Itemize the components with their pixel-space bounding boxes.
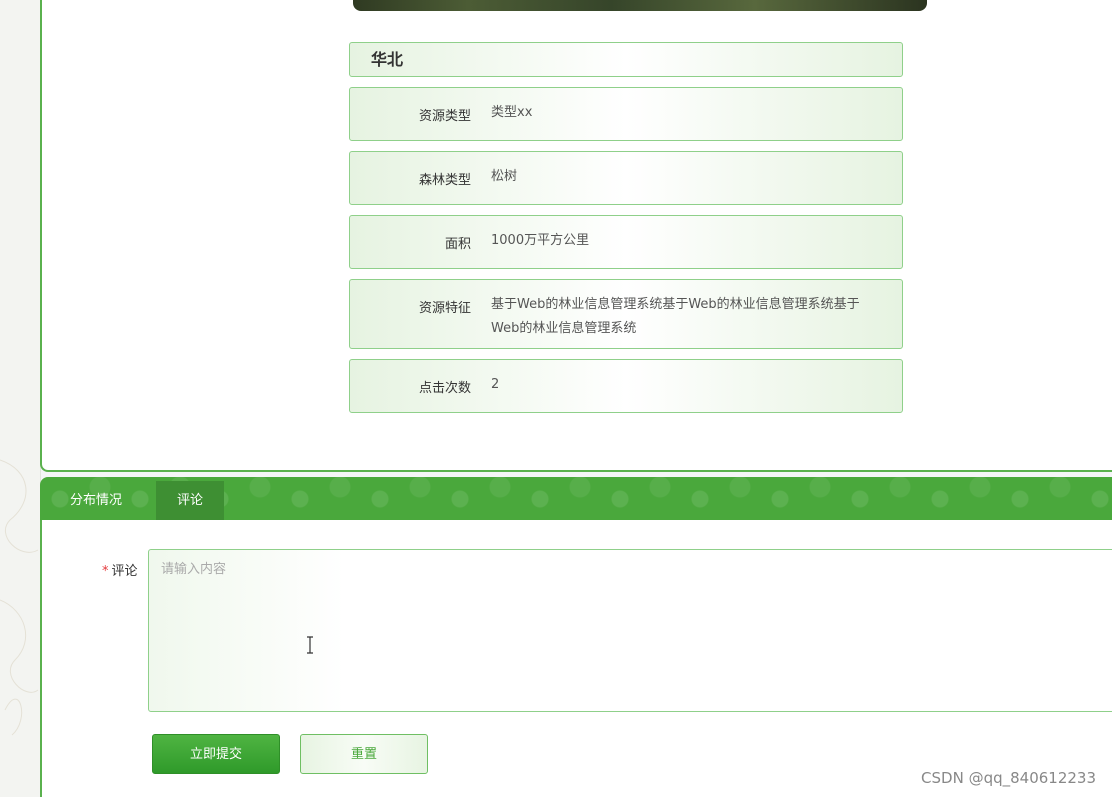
comment-label-text: 评论 <box>111 564 138 579</box>
info-row-click-count: 点击次数 2 <box>349 359 903 413</box>
tab-bar: 分布情况 评论 <box>40 477 1112 520</box>
forest-image <box>353 0 927 11</box>
floral-decoration-icon <box>0 459 39 736</box>
info-row-value: 类型xx <box>491 105 533 120</box>
left-decoration-strip <box>0 0 41 797</box>
detail-panel: 华北 资源类型 类型xx 森林类型 松树 面积 1000万平方公里 资源特征 基… <box>40 0 1112 472</box>
comment-textarea[interactable] <box>148 549 1112 712</box>
info-row-value: 基于Web的林业信息管理系统基于Web的林业信息管理系统基于Web的林业信息管理… <box>491 297 860 336</box>
required-mark: * <box>102 564 109 579</box>
info-row-resource-type: 资源类型 类型xx <box>349 87 903 141</box>
tab-distribution[interactable]: 分布情况 <box>52 481 140 520</box>
reset-button[interactable]: 重置 <box>300 734 428 774</box>
info-row-value: 2 <box>491 377 500 392</box>
info-row-label: 森林类型 <box>418 173 471 188</box>
info-row-value: 1000万平方公里 <box>491 233 590 248</box>
info-row-resource-feature: 资源特征 基于Web的林业信息管理系统基于Web的林业信息管理系统基于Web的林… <box>349 279 903 349</box>
submit-button[interactable]: 立即提交 <box>152 734 280 774</box>
tab-comments[interactable]: 评论 <box>156 481 224 520</box>
info-row-forest-type: 森林类型 松树 <box>349 151 903 205</box>
region-title: 华北 <box>349 42 903 77</box>
info-row-label: 资源特征 <box>418 301 471 316</box>
info-row-label: 资源类型 <box>418 109 471 124</box>
comment-label: * 评论 <box>102 560 138 579</box>
text-cursor-icon <box>307 636 313 654</box>
info-row-area: 面积 1000万平方公里 <box>349 215 903 269</box>
info-row-label: 点击次数 <box>418 381 471 396</box>
info-row-value: 松树 <box>491 169 518 184</box>
watermark: CSDN @qq_840612233 <box>921 769 1096 787</box>
info-row-label: 面积 <box>444 237 471 252</box>
